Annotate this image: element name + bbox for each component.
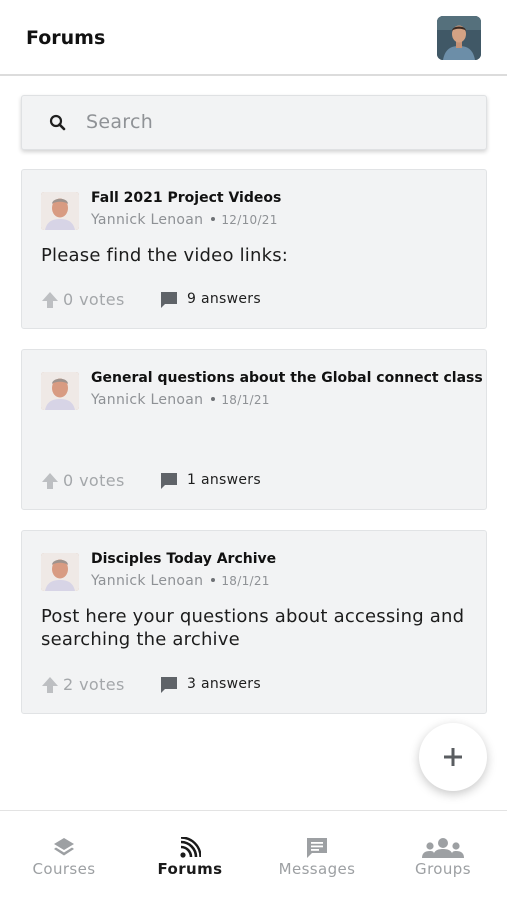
post-date: 18/1/21 bbox=[221, 574, 270, 588]
post-author: Yannick Lenoan bbox=[91, 212, 204, 228]
answer-count[interactable]: 1 answers bbox=[187, 472, 261, 488]
post-author: Yannick Lenoan bbox=[91, 573, 204, 589]
upvote-icon[interactable] bbox=[41, 291, 59, 309]
answer-count[interactable]: 9 answers bbox=[187, 291, 261, 307]
comment-icon bbox=[161, 677, 177, 693]
user-avatar[interactable] bbox=[437, 16, 481, 60]
post-footer: 0 votes 9 answers bbox=[41, 290, 471, 310]
author-avatar-icon bbox=[41, 553, 79, 591]
post-body: Post here your questions about accessing… bbox=[41, 606, 465, 650]
post-meta: Yannick Lenoan 12/10/21 bbox=[91, 212, 278, 228]
author-avatar-icon bbox=[41, 192, 79, 230]
page-title: Forums bbox=[26, 27, 106, 49]
forum-post-card[interactable]: General questions about the Global conne… bbox=[21, 349, 487, 510]
upvote-icon[interactable] bbox=[41, 676, 59, 694]
separator-dot bbox=[211, 396, 216, 401]
bottom-navigation: Courses Forums Messages Groups bbox=[0, 810, 507, 900]
post-date: 12/10/21 bbox=[221, 213, 278, 227]
search-input[interactable]: Search bbox=[86, 111, 153, 133]
nav-item-courses[interactable]: Courses bbox=[1, 811, 127, 900]
forums-icon bbox=[180, 837, 201, 858]
vote-count: 0 votes bbox=[63, 290, 125, 309]
post-body: Please find the video links: bbox=[41, 245, 289, 266]
post-author: Yannick Lenoan bbox=[91, 392, 204, 408]
post-date: 18/1/21 bbox=[221, 393, 270, 407]
plus-icon bbox=[444, 748, 462, 766]
nav-label: Messages bbox=[278, 860, 356, 878]
post-title[interactable]: General questions about the Global conne… bbox=[91, 370, 483, 386]
comment-icon bbox=[161, 292, 177, 308]
app-header: Forums bbox=[0, 0, 507, 76]
author-avatar bbox=[41, 372, 79, 410]
author-avatar bbox=[41, 192, 79, 230]
comment-icon bbox=[161, 473, 177, 489]
vote-count: 2 votes bbox=[63, 675, 125, 694]
vote-count: 0 votes bbox=[63, 471, 125, 490]
new-post-button[interactable] bbox=[419, 723, 487, 791]
post-footer: 0 votes 1 answers bbox=[41, 471, 471, 491]
nav-item-forums[interactable]: Forums bbox=[127, 811, 253, 900]
separator-dot bbox=[211, 216, 216, 221]
nav-item-groups[interactable]: Groups bbox=[380, 811, 506, 900]
nav-label: Forums bbox=[157, 860, 223, 878]
post-footer: 2 votes 3 answers bbox=[41, 675, 471, 695]
forum-post-card[interactable]: Fall 2021 Project Videos Yannick Lenoan 1… bbox=[21, 169, 487, 329]
author-avatar-icon bbox=[41, 372, 79, 410]
post-meta: Yannick Lenoan 18/1/21 bbox=[91, 573, 270, 589]
search-bar[interactable]: Search bbox=[21, 95, 487, 150]
separator-dot bbox=[211, 577, 216, 582]
post-title[interactable]: Fall 2021 Project Videos bbox=[91, 190, 281, 206]
groups-icon bbox=[422, 838, 464, 858]
forum-post-card[interactable]: Disciples Today Archive Yannick Lenoan 18… bbox=[21, 530, 487, 714]
layers-icon bbox=[54, 838, 74, 856]
post-title[interactable]: Disciples Today Archive bbox=[91, 551, 276, 567]
answer-count[interactable]: 3 answers bbox=[187, 676, 261, 692]
nav-label: Groups bbox=[415, 860, 471, 878]
upvote-icon[interactable] bbox=[41, 472, 59, 490]
search-icon bbox=[49, 114, 66, 131]
message-icon bbox=[307, 838, 327, 858]
nav-item-messages[interactable]: Messages bbox=[254, 811, 380, 900]
nav-label: Courses bbox=[32, 860, 96, 878]
user-avatar-icon bbox=[437, 16, 481, 60]
post-meta: Yannick Lenoan 18/1/21 bbox=[91, 392, 270, 408]
author-avatar bbox=[41, 553, 79, 591]
